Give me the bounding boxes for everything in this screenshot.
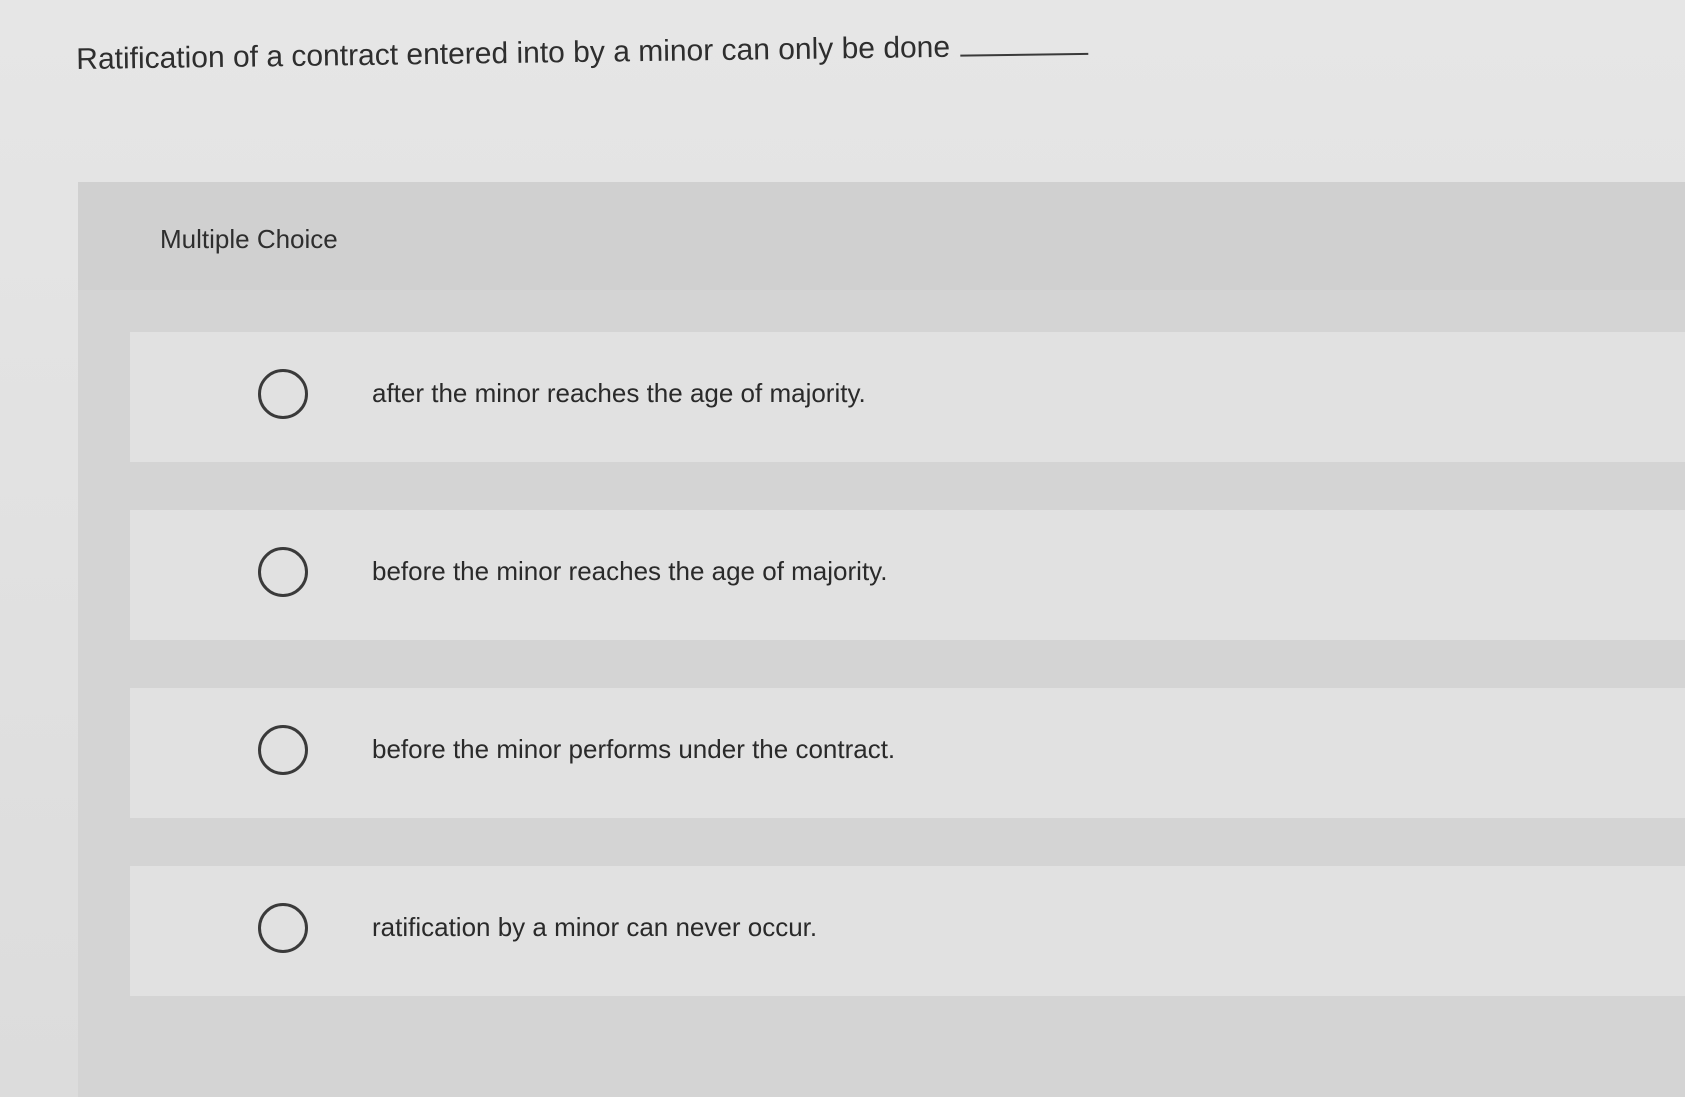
panel-header: Multiple Choice bbox=[78, 182, 1685, 290]
answer-option-label: before the minor reaches the age of majo… bbox=[372, 556, 888, 586]
multiple-choice-panel: Multiple Choice after the minor reaches … bbox=[78, 182, 1685, 1097]
question-prompt: Ratification of a contract entered into … bbox=[76, 26, 1089, 80]
radio-button[interactable] bbox=[258, 903, 308, 953]
panel-header-label: Multiple Choice bbox=[160, 224, 338, 254]
quiz-page: Ratification of a contract entered into … bbox=[0, 0, 1685, 1097]
answer-option[interactable]: before the minor reaches the age of majo… bbox=[130, 510, 1685, 640]
radio-button[interactable] bbox=[258, 547, 308, 597]
answer-option[interactable]: before the minor performs under the cont… bbox=[130, 688, 1685, 818]
answer-option-label: after the minor reaches the age of major… bbox=[372, 378, 866, 408]
radio-button[interactable] bbox=[258, 725, 308, 775]
answer-option-label: ratification by a minor can never occur. bbox=[372, 912, 818, 942]
radio-button[interactable] bbox=[258, 369, 308, 419]
answer-option-label: before the minor performs under the cont… bbox=[372, 734, 896, 764]
question-text: Ratification of a contract entered into … bbox=[76, 30, 951, 76]
answer-option[interactable]: after the minor reaches the age of major… bbox=[130, 332, 1685, 462]
answer-blank bbox=[960, 50, 1089, 57]
answer-option[interactable]: ratification by a minor can never occur. bbox=[130, 866, 1685, 996]
